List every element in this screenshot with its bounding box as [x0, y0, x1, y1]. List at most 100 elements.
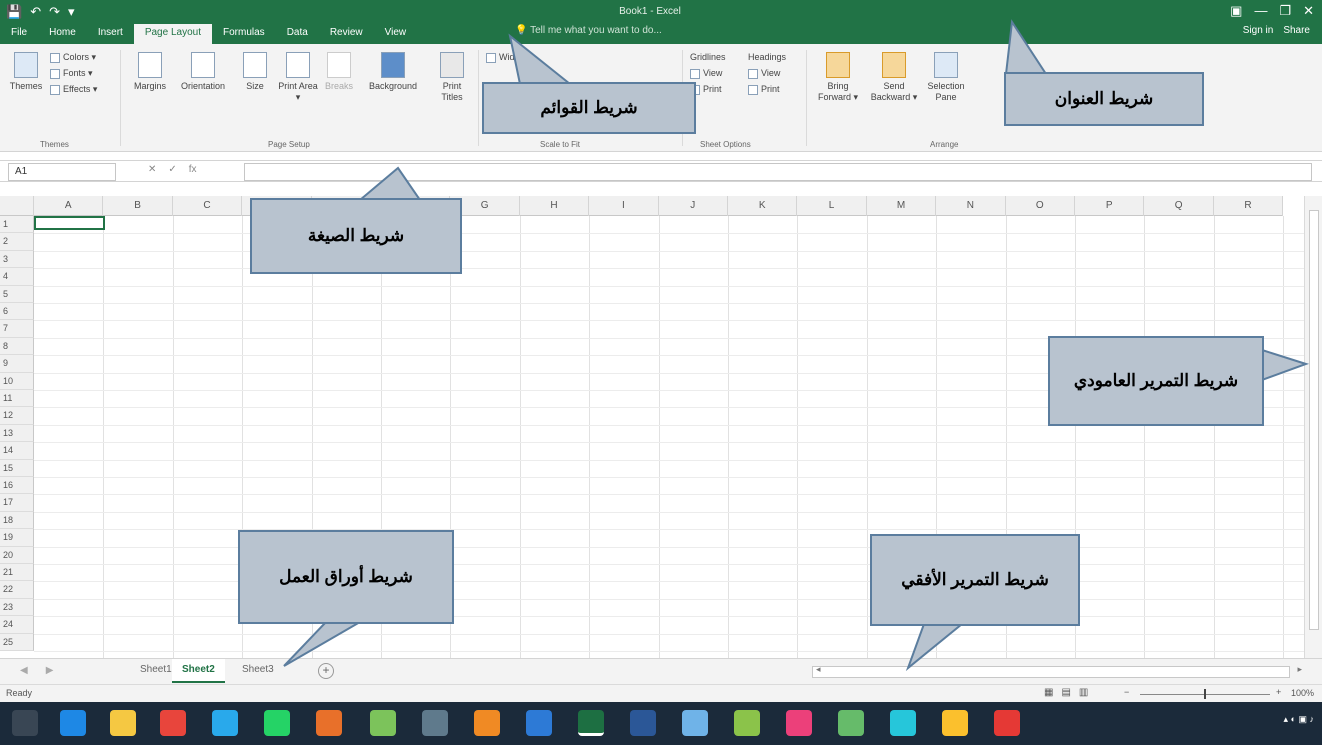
- redo-icon[interactable]: ↷: [49, 4, 60, 20]
- vertical-scroll-thumb[interactable]: [1309, 210, 1319, 630]
- row-header-2[interactable]: 2: [0, 233, 34, 251]
- column-header-a[interactable]: A: [34, 196, 104, 216]
- vertical-scrollbar[interactable]: [1304, 196, 1322, 658]
- column-header-p[interactable]: P: [1075, 196, 1145, 216]
- app-color-icon[interactable]: [942, 710, 968, 736]
- send-backward-button[interactable]: Send Backward ▾: [866, 52, 922, 103]
- column-header-h[interactable]: H: [520, 196, 590, 216]
- chrome-icon[interactable]: [160, 710, 186, 736]
- next-sheet-icon[interactable]: ▶: [46, 665, 54, 676]
- orientation-button[interactable]: Orientation: [176, 52, 230, 92]
- normal-view-icon[interactable]: ▦: [1044, 687, 1053, 698]
- photoshop-icon[interactable]: [526, 710, 552, 736]
- scroll-right-icon[interactable]: ▸: [1297, 664, 1302, 675]
- selected-cell[interactable]: [34, 216, 105, 230]
- app-e-icon[interactable]: [316, 710, 342, 736]
- zoom-level[interactable]: 100%: [1291, 688, 1314, 698]
- row-header-7[interactable]: 7: [0, 320, 34, 338]
- tab-formulas[interactable]: Formulas: [212, 24, 276, 44]
- row-header-24[interactable]: 24: [0, 616, 34, 634]
- android-icon[interactable]: [370, 710, 396, 736]
- colors-button[interactable]: Colors ▾: [50, 50, 96, 64]
- row-header-3[interactable]: 3: [0, 250, 34, 269]
- column-header-n[interactable]: N: [936, 196, 1006, 216]
- zoom-in-button[interactable]: +: [1276, 687, 1281, 697]
- row-header-5[interactable]: 5: [0, 285, 34, 303]
- column-header-l[interactable]: L: [797, 196, 867, 216]
- tell-me-box[interactable]: 💡 Tell me what you want to do...: [515, 25, 662, 36]
- whatsapp-icon[interactable]: [264, 710, 290, 736]
- sheet-tab-sheet3[interactable]: Sheet3: [232, 659, 284, 683]
- select-all-corner[interactable]: [0, 196, 34, 216]
- tab-data[interactable]: Data: [276, 24, 319, 44]
- row-header-22[interactable]: 22: [0, 581, 34, 599]
- scale-width[interactable]: Width:: [486, 50, 525, 64]
- row-header-15[interactable]: 15: [0, 459, 34, 477]
- close-button[interactable]: ✕: [1303, 3, 1314, 19]
- row-header-23[interactable]: 23: [0, 598, 34, 617]
- row-header-16[interactable]: 16: [0, 477, 34, 495]
- excel-icon[interactable]: [578, 710, 604, 736]
- sign-in-link[interactable]: Sign in: [1243, 25, 1274, 36]
- tab-home[interactable]: Home: [38, 24, 87, 44]
- formula-input[interactable]: [244, 163, 1312, 181]
- zoom-out-button[interactable]: −: [1124, 687, 1129, 697]
- breaks-button[interactable]: Breaks: [322, 52, 356, 92]
- app-cube-icon[interactable]: [682, 710, 708, 736]
- selection-pane-button[interactable]: Selection Pane: [924, 52, 968, 103]
- ribbon-display-icon[interactable]: ▣: [1230, 3, 1242, 19]
- system-tray[interactable]: ▴ ◐ ▣ ♪: [1284, 714, 1314, 725]
- row-header-25[interactable]: 25: [0, 633, 34, 651]
- tab-review[interactable]: Review: [319, 24, 374, 44]
- app-image-icon[interactable]: [734, 710, 760, 736]
- row-header-8[interactable]: 8: [0, 337, 34, 356]
- size-button[interactable]: Size: [238, 52, 272, 92]
- row-header-6[interactable]: 6: [0, 303, 34, 321]
- acrobat-icon[interactable]: [994, 710, 1020, 736]
- effects-button[interactable]: Effects ▾: [50, 82, 97, 96]
- headings-view-checkbox[interactable]: View: [748, 66, 780, 80]
- insert-function-icon[interactable]: fx: [189, 164, 197, 175]
- enter-icon[interactable]: ✓: [168, 164, 176, 175]
- gridlines-view-checkbox[interactable]: View: [690, 66, 722, 80]
- print-area-button[interactable]: Print Area ▾: [278, 52, 318, 103]
- row-header-20[interactable]: 20: [0, 546, 34, 564]
- row-header-4[interactable]: 4: [0, 268, 34, 286]
- row-header-19[interactable]: 19: [0, 529, 34, 547]
- customize-qat-icon[interactable]: ▾: [68, 4, 75, 20]
- zoom-slider[interactable]: [1140, 689, 1270, 699]
- app-green-icon[interactable]: [838, 710, 864, 736]
- column-header-q[interactable]: Q: [1144, 196, 1214, 216]
- app-infinity-icon[interactable]: [786, 710, 812, 736]
- column-header-b[interactable]: B: [103, 196, 173, 216]
- row-header-18[interactable]: 18: [0, 511, 34, 530]
- word-icon[interactable]: [630, 710, 656, 736]
- sheet-tab-sheet2[interactable]: Sheet2: [172, 659, 225, 683]
- fonts-button[interactable]: Fonts ▾: [50, 66, 93, 80]
- tab-view[interactable]: View: [374, 24, 418, 44]
- restore-button[interactable]: ❐: [1279, 3, 1291, 19]
- row-header-13[interactable]: 13: [0, 424, 34, 443]
- minimize-button[interactable]: —: [1254, 3, 1267, 19]
- scroll-left-icon[interactable]: ◂: [816, 664, 821, 675]
- app-icon[interactable]: [422, 710, 448, 736]
- headings-print-checkbox[interactable]: Print: [748, 82, 780, 96]
- file-explorer-icon[interactable]: [110, 710, 136, 736]
- row-header-9[interactable]: 9: [0, 355, 34, 373]
- row-header-11[interactable]: 11: [0, 390, 34, 408]
- page-layout-view-icon[interactable]: ▤: [1061, 687, 1070, 698]
- column-header-c[interactable]: C: [173, 196, 243, 216]
- column-header-r[interactable]: R: [1214, 196, 1284, 216]
- page-break-view-icon[interactable]: ▥: [1079, 687, 1088, 698]
- undo-icon[interactable]: ↶: [30, 4, 41, 20]
- row-header-1[interactable]: 1: [0, 216, 34, 234]
- row-header-10[interactable]: 10: [0, 372, 34, 390]
- new-sheet-button[interactable]: +: [318, 663, 334, 679]
- cancel-icon[interactable]: ✕: [148, 164, 156, 175]
- bring-forward-button[interactable]: Bring Forward ▾: [812, 52, 864, 103]
- save-icon[interactable]: 💾: [6, 4, 22, 20]
- row-header-21[interactable]: 21: [0, 564, 34, 582]
- edge-icon[interactable]: [60, 710, 86, 736]
- telegram-icon[interactable]: [212, 710, 238, 736]
- row-header-14[interactable]: 14: [0, 442, 34, 460]
